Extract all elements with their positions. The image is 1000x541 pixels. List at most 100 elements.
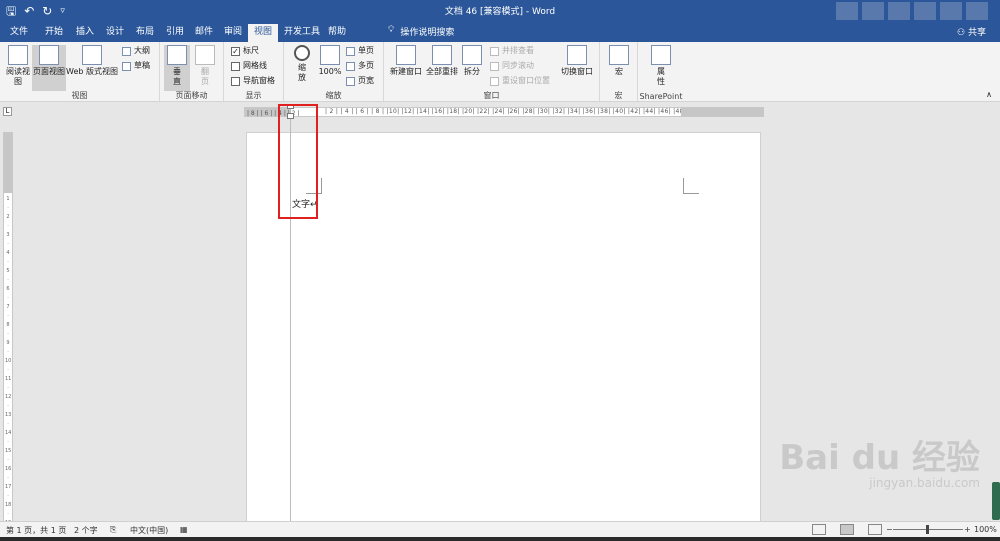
new-window-button[interactable]: 新建窗口 (388, 45, 424, 77)
print-layout-label: 页面视图 (33, 67, 65, 76)
nav-pane-checkbox[interactable]: 导航窗格 (231, 76, 275, 86)
page-width-icon (346, 76, 355, 86)
collapse-ribbon-icon[interactable]: ∧ (986, 90, 992, 99)
read-mode-view-icon[interactable] (812, 524, 826, 535)
macros-button[interactable]: 宏 (607, 45, 631, 77)
tab-references[interactable]: 引用 (166, 25, 184, 39)
blurred-control[interactable] (914, 2, 936, 20)
tab-file[interactable]: 文件 (10, 25, 28, 39)
tab-view[interactable]: 视图 (248, 24, 279, 42)
vertical-button[interactable]: 垂直 (164, 45, 190, 91)
one-page-button[interactable]: 单页 (346, 46, 374, 56)
tab-layout[interactable]: 布局 (136, 25, 154, 39)
zoom-100-button[interactable]: 100% (318, 45, 342, 77)
read-mode-button[interactable]: 阅读视图 (4, 45, 32, 87)
properties-button[interactable]: 属性 (648, 45, 674, 87)
tab-design[interactable]: 设计 (106, 25, 124, 39)
read-mode-icon (8, 45, 28, 65)
group-label-sharepoint: SharePoint (639, 92, 683, 101)
reset-position-button[interactable]: 重设窗口位置 (490, 76, 550, 86)
split-icon (462, 45, 482, 65)
web-layout-view-icon[interactable] (868, 524, 882, 535)
ruler-label: 标尺 (243, 46, 259, 55)
tab-mailings[interactable]: 邮件 (195, 25, 213, 39)
switch-windows-button[interactable]: 切换窗口 (558, 45, 596, 77)
tell-me-search[interactable]: 💡︎ 操作说明搜索 (388, 25, 454, 38)
properties-icon (651, 45, 671, 65)
print-layout-button[interactable]: 页面视图 (32, 45, 66, 91)
split-button[interactable]: 拆分 (460, 45, 484, 77)
group-label-show: 显示 (245, 91, 262, 100)
one-page-icon (346, 46, 355, 56)
tab-review[interactable]: 审阅 (224, 25, 242, 39)
macro-record-icon[interactable]: ▦ (180, 525, 188, 534)
sync-scroll-label: 同步滚动 (502, 61, 534, 70)
group-label-zoom: 缩放 (325, 91, 342, 100)
blurred-control[interactable] (940, 2, 962, 20)
blurred-control[interactable] (836, 2, 858, 20)
blurred-control[interactable] (966, 2, 988, 20)
word-count[interactable]: 2 个字 (74, 525, 98, 536)
print-layout-view-icon[interactable] (840, 524, 854, 535)
gridlines-checkbox[interactable]: 网格线 (231, 61, 267, 71)
arrange-all-label: 全部重排 (426, 67, 458, 76)
outline-icon (122, 46, 131, 56)
one-page-label: 单页 (358, 46, 374, 55)
vertical-ruler-margin (4, 133, 12, 193)
red-highlight-box (278, 104, 318, 219)
crop-mark-top-right (683, 178, 699, 194)
outline-button[interactable]: 大纲 (122, 46, 150, 56)
group-label-views: 视图 (71, 91, 88, 100)
tab-home[interactable]: 开始 (45, 25, 63, 39)
zoom-out-icon[interactable]: − (886, 525, 893, 534)
web-layout-button[interactable]: Web 版式视图 (66, 45, 118, 77)
draft-label: 草稿 (134, 61, 150, 70)
ruler-checkbox[interactable]: ✓ 标尺 (231, 46, 259, 56)
draft-button[interactable]: 草稿 (122, 61, 150, 71)
zoom-level[interactable]: 100% (974, 525, 997, 534)
zoom-button[interactable]: 缩放 (290, 45, 314, 83)
checkmark-icon: ✓ (231, 46, 240, 56)
blurred-control[interactable] (862, 2, 884, 20)
group-page-movement: 垂直 翻页 页面移动 (160, 42, 224, 102)
magnifier-icon (294, 45, 310, 61)
web-layout-icon (82, 45, 102, 65)
side-to-side-button[interactable]: 翻页 (192, 45, 218, 87)
zoom-slider-thumb[interactable] (926, 525, 929, 534)
vertical-label: 垂直 (173, 67, 181, 86)
multi-page-label: 多页 (358, 61, 374, 70)
blurred-control[interactable] (888, 2, 910, 20)
multi-page-button[interactable]: 多页 (346, 61, 374, 71)
ribbon-tabs: 文件 开始 插入 设计 布局 引用 邮件 审阅 视图 开发工具 帮助 💡︎ 操作… (0, 22, 1000, 42)
arrange-all-button[interactable]: 全部重排 (424, 45, 460, 77)
page-width-button[interactable]: 页宽 (346, 76, 374, 86)
arrange-all-icon (432, 45, 452, 65)
zoom-100-label: 100% (318, 67, 342, 76)
zoom-in-icon[interactable]: + (964, 525, 971, 534)
new-window-icon (396, 45, 416, 65)
proofing-icon[interactable]: ⎘ (110, 525, 116, 535)
sync-scroll-button[interactable]: 同步滚动 (490, 61, 534, 71)
side-by-side-label: 并排查看 (502, 46, 534, 55)
new-window-label: 新建窗口 (390, 67, 422, 76)
title-bar: 🖫 ↶ ↻ ▿ 文档 46 [兼容模式] - Word (0, 0, 1000, 22)
share-button[interactable]: ⚇ 共享 (957, 25, 986, 38)
taskbar-edge (0, 537, 1000, 541)
horizontal-ruler[interactable]: | 8 | | 6 | | 4 | | 2 | | 2 | | 4 | | 6 … (244, 107, 764, 117)
vertical-arrows-icon (167, 45, 187, 65)
tab-insert[interactable]: 插入 (76, 25, 94, 39)
page-count[interactable]: 第 1 页，共 1 页 (6, 525, 66, 536)
vertical-ruler[interactable]: 1 · 2 · 3 · 4 · 5 · 6 · 7 · 8 · 9 · 10 · 11 · 12 · 13 · 14 · 15 · 16 · 1… (3, 132, 13, 541)
side-widget[interactable] (992, 482, 1000, 520)
tab-help[interactable]: 帮助 (328, 25, 346, 39)
reset-position-icon (490, 76, 499, 86)
tab-selector-icon[interactable]: L (3, 107, 12, 116)
lightbulb-icon: 💡︎ (388, 25, 395, 35)
side-by-side-button[interactable]: 并排查看 (490, 46, 534, 56)
macros-label: 宏 (615, 67, 623, 76)
side-to-side-icon (195, 45, 215, 65)
ruler-ticks: | 2 | | 4 | | 6 | | 8 | |10| |12| |14| |… (325, 108, 684, 115)
language[interactable]: 中文(中国) (130, 525, 168, 536)
tab-developer[interactable]: 开发工具 (284, 25, 320, 39)
zoom-100-icon (320, 45, 340, 65)
